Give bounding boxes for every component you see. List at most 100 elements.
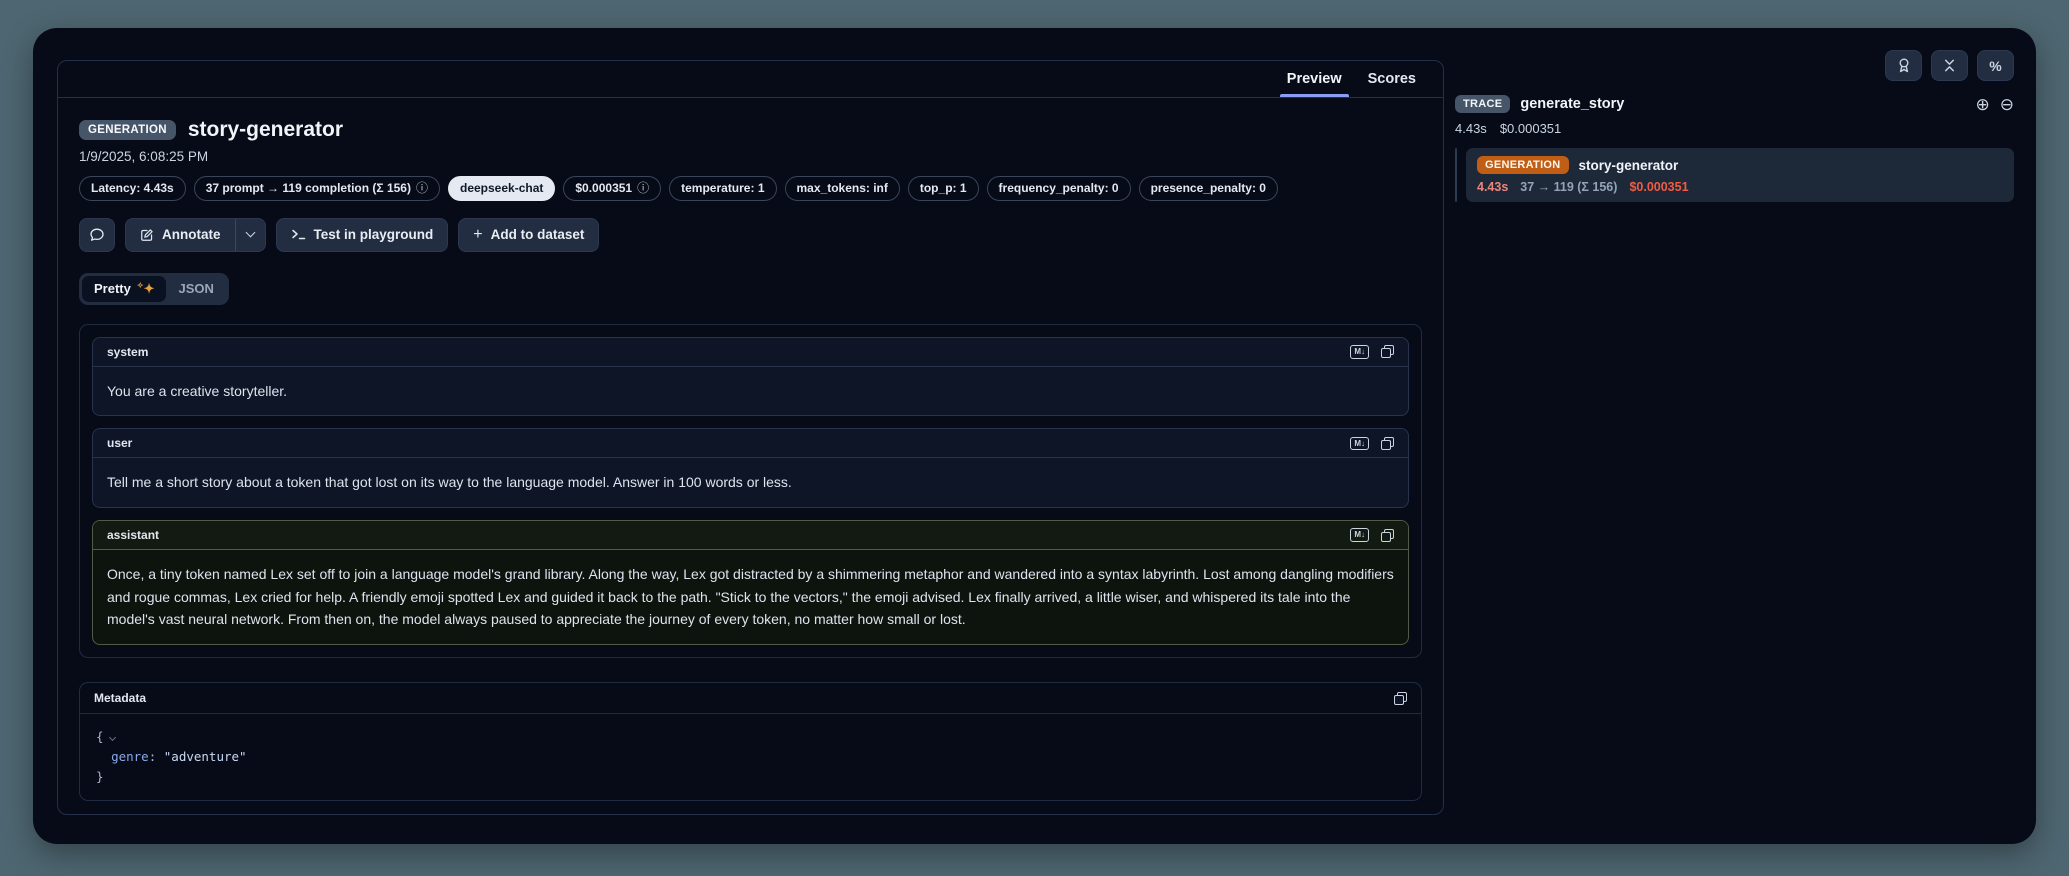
percent-icon: % bbox=[1989, 58, 2001, 74]
messages-container: system M↓ You are a creative storyteller… bbox=[79, 324, 1422, 658]
top-p-badge: top_p: 1 bbox=[908, 176, 979, 201]
message-system: system M↓ You are a creative storyteller… bbox=[92, 337, 1409, 417]
pretty-label: Pretty bbox=[94, 281, 131, 296]
message-role: system bbox=[107, 345, 148, 359]
toggle-pretty[interactable]: Pretty ✧✦ bbox=[82, 276, 166, 302]
collapse-vertical-icon bbox=[1942, 58, 1957, 73]
sidebar-toolbar: % bbox=[1455, 50, 2014, 81]
terminal-icon bbox=[291, 228, 306, 241]
message-role: user bbox=[107, 436, 132, 450]
tab-preview[interactable]: Preview bbox=[1274, 61, 1355, 97]
markdown-toggle-icon[interactable]: M↓ bbox=[1350, 437, 1369, 451]
message-role: assistant bbox=[107, 528, 159, 542]
tree-expand-controls: ⊕ ⊖ bbox=[1976, 96, 2015, 113]
markdown-toggle-icon[interactable]: M↓ bbox=[1350, 345, 1369, 359]
json-value: "adventure" bbox=[164, 749, 247, 764]
observation-timestamp: 1/9/2025, 6:08:25 PM bbox=[79, 149, 1422, 164]
collapse-button[interactable] bbox=[1931, 50, 1968, 81]
annotate-button[interactable]: Annotate bbox=[126, 219, 235, 251]
copy-icon[interactable] bbox=[1381, 529, 1394, 542]
message-content: You are a creative storyteller. bbox=[93, 367, 1408, 416]
node-cost: $0.000351 bbox=[1629, 180, 1688, 194]
cost-label: $0.000351 bbox=[575, 180, 632, 197]
trace-sidebar: % TRACE generate_story ⊕ ⊖ 4.43s $0.0003… bbox=[1455, 50, 2014, 202]
metadata-title: Metadata bbox=[94, 691, 146, 705]
comments-button[interactable] bbox=[79, 218, 115, 252]
message-header: system M↓ bbox=[93, 338, 1408, 367]
preview-scores-tabbar: Preview Scores bbox=[58, 61, 1443, 98]
generation-type-badge: GENERATION bbox=[1477, 156, 1569, 174]
metrics-percent-button[interactable]: % bbox=[1977, 50, 2014, 81]
trace-type-badge: TRACE bbox=[1455, 95, 1510, 113]
message-assistant: assistant M↓ Once, a tiny token named Le… bbox=[92, 520, 1409, 645]
tree-node-story-generator[interactable]: GENERATION story-generator 4.43s 37 → 11… bbox=[1466, 148, 2014, 202]
collapse-all-icon[interactable]: ⊖ bbox=[2000, 96, 2014, 113]
json-line[interactable]: { bbox=[96, 727, 1405, 747]
node-name: story-generator bbox=[1579, 158, 1679, 173]
annotate-label: Annotate bbox=[162, 227, 221, 242]
latency-badge: Latency: 4.43s bbox=[79, 176, 186, 201]
node-token-usage: 37 → 119 (Σ 156) bbox=[1520, 180, 1617, 194]
tab-scores[interactable]: Scores bbox=[1355, 61, 1429, 97]
app-window: Preview Scores GENERATION story-generato… bbox=[33, 28, 2036, 844]
metadata-header: Metadata bbox=[80, 683, 1421, 714]
test-in-playground-button[interactable]: Test in playground bbox=[276, 218, 449, 252]
scores-award-button[interactable] bbox=[1885, 50, 1922, 81]
token-usage-badge[interactable]: 37 prompt → 119 completion (Σ 156) ⓘ bbox=[194, 176, 440, 201]
message-user: user M↓ Tell me a short story about a to… bbox=[92, 428, 1409, 508]
format-toggle-row: Pretty ✧✦ JSON bbox=[79, 273, 1422, 305]
trace-name[interactable]: generate_story bbox=[1520, 96, 1624, 112]
node-latency: 4.43s bbox=[1477, 180, 1508, 194]
metadata-json: { genre: "adventure" } bbox=[80, 714, 1421, 800]
json-line: genre: "adventure" bbox=[96, 747, 1405, 767]
info-icon: ⓘ bbox=[416, 180, 428, 197]
copy-icon[interactable] bbox=[1381, 437, 1394, 450]
observation-badges: Latency: 4.43s 37 prompt → 119 completio… bbox=[79, 176, 1422, 201]
expand-all-icon[interactable]: ⊕ bbox=[1976, 96, 1990, 113]
json-line: } bbox=[96, 767, 1405, 787]
cost-badge[interactable]: $0.000351 ⓘ bbox=[563, 176, 661, 201]
markdown-toggle-icon[interactable]: M↓ bbox=[1350, 528, 1369, 542]
award-icon bbox=[1896, 57, 1912, 74]
json-key: genre bbox=[111, 749, 149, 764]
toggle-json[interactable]: JSON bbox=[166, 276, 225, 301]
page-title: story-generator bbox=[188, 118, 343, 142]
frequency-penalty-badge: frequency_penalty: 0 bbox=[987, 176, 1131, 201]
info-icon: ⓘ bbox=[637, 180, 649, 197]
token-usage-label: 37 prompt → 119 completion (Σ 156) bbox=[206, 180, 411, 197]
add-to-dataset-label: Add to dataset bbox=[491, 227, 585, 242]
message-header: user M↓ bbox=[93, 429, 1408, 458]
message-content: Tell me a short story about a token that… bbox=[93, 458, 1408, 507]
action-buttons: Annotate Test in playground bbox=[79, 218, 1422, 252]
trace-header: TRACE generate_story ⊕ ⊖ bbox=[1455, 95, 2014, 113]
trace-metrics: 4.43s $0.000351 bbox=[1455, 121, 2014, 136]
message-content: Once, a tiny token named Lex set off to … bbox=[93, 550, 1408, 644]
pretty-json-toggle: Pretty ✧✦ JSON bbox=[79, 273, 229, 305]
node-metrics: 4.43s 37 → 119 (Σ 156) $0.000351 bbox=[1477, 180, 2003, 194]
presence-penalty-badge: presence_penalty: 0 bbox=[1139, 176, 1278, 201]
model-badge[interactable]: deepseek-chat bbox=[448, 176, 555, 201]
sparkles-icon: ✧✦ bbox=[137, 281, 155, 297]
observation-content: GENERATION story-generator 1/9/2025, 6:0… bbox=[58, 98, 1443, 814]
playground-label: Test in playground bbox=[314, 227, 434, 242]
collapse-chevron-icon bbox=[108, 734, 115, 741]
copy-icon[interactable] bbox=[1394, 692, 1407, 705]
annotate-split-button: Annotate bbox=[125, 218, 266, 252]
trace-tree: GENERATION story-generator 4.43s 37 → 11… bbox=[1455, 148, 2014, 202]
plus-icon: + bbox=[473, 227, 482, 243]
add-to-dataset-button[interactable]: + Add to dataset bbox=[458, 218, 599, 252]
metadata-section: Metadata { genre: "adventure" } bbox=[79, 682, 1422, 801]
max-tokens-badge: max_tokens: inf bbox=[785, 176, 900, 201]
comment-bubble-icon bbox=[89, 227, 105, 243]
observation-header: GENERATION story-generator bbox=[79, 118, 1422, 142]
message-header: assistant M↓ bbox=[93, 521, 1408, 550]
observation-panel: Preview Scores GENERATION story-generato… bbox=[57, 60, 1444, 815]
trace-latency: 4.43s bbox=[1455, 121, 1487, 136]
tree-indent-line bbox=[1455, 148, 1457, 202]
temperature-badge: temperature: 1 bbox=[669, 176, 776, 201]
edit-pen-icon bbox=[140, 228, 154, 242]
observation-type-badge: GENERATION bbox=[79, 120, 176, 140]
chevron-down-icon bbox=[245, 228, 255, 238]
annotate-dropdown-button[interactable] bbox=[236, 219, 265, 251]
copy-icon[interactable] bbox=[1381, 345, 1394, 358]
